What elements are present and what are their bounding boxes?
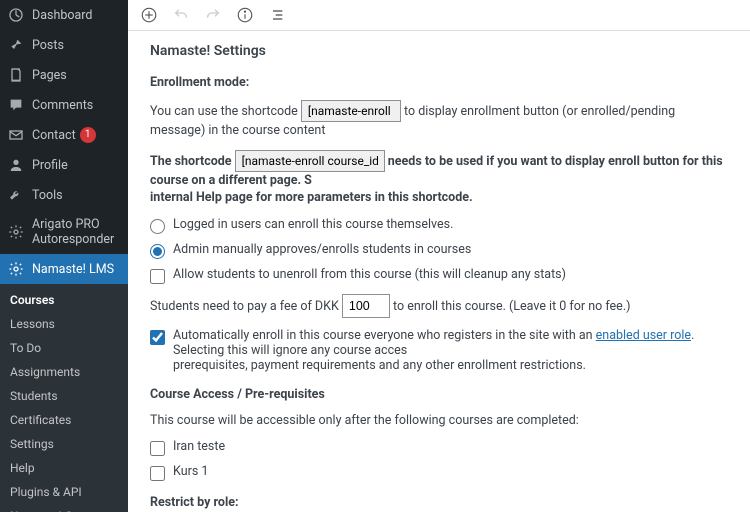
editor-toolbar: [128, 0, 750, 31]
sidebar-item-profile[interactable]: Profile: [0, 150, 128, 180]
pin-icon: [8, 37, 26, 53]
auto-enroll-line2: prerequisites, payment requirements and …: [173, 358, 586, 373]
prereq-1-checkbox[interactable]: [150, 441, 165, 456]
add-block-icon[interactable]: [140, 6, 158, 24]
sidebar-item-tools[interactable]: Tools: [0, 180, 128, 210]
allow-unenroll-checkbox[interactable]: [150, 269, 165, 284]
access-heading: Course Access / Pre-requisites: [150, 387, 728, 402]
main-panel: Namaste! Settings Enrollment mode: You c…: [128, 0, 750, 512]
sidebar-item-label: Arigato PRO Autoresponder: [32, 217, 120, 247]
shortcode2-pre: The shortcode: [150, 154, 232, 169]
submenu-item-plugins-api[interactable]: Plugins & API: [0, 480, 128, 504]
sidebar-item-label: Contact: [32, 128, 76, 143]
mail-icon: [8, 127, 26, 143]
prereq-1[interactable]: Iran teste: [150, 439, 728, 456]
page-title: Namaste! Settings: [150, 43, 728, 59]
enabled-user-role-link[interactable]: enabled user role: [596, 328, 691, 343]
prereq-1-label: Iran teste: [173, 439, 225, 454]
enroll-mode-self[interactable]: Logged in users can enroll this course t…: [150, 217, 728, 234]
comment-icon: [8, 97, 26, 113]
page-icon: [8, 67, 26, 83]
notification-badge: 1: [80, 127, 96, 143]
info-icon[interactable]: [236, 6, 254, 24]
access-text: This course will be accessible only afte…: [150, 412, 728, 430]
sidebar-item-label: Profile: [32, 158, 68, 173]
auto-enroll-checkbox[interactable]: [150, 330, 165, 345]
sidebar-item-label: Namaste! LMS: [32, 262, 114, 277]
enroll-admin-label: Admin manually approves/enrolls students…: [173, 242, 471, 257]
submenu-item-assignments[interactable]: Assignments: [0, 360, 128, 384]
sidebar-item-label: Pages: [32, 68, 67, 83]
submenu-item-certificates[interactable]: Certificates: [0, 408, 128, 432]
auto-enroll[interactable]: Automatically enroll in this course ever…: [150, 328, 728, 373]
gear-icon: [8, 261, 26, 277]
sidebar-item-label: Tools: [32, 188, 63, 203]
submenu-item-help[interactable]: Help: [0, 456, 128, 480]
sidebar-item-label: Dashboard: [32, 8, 92, 23]
submenu-item-courses[interactable]: Courses: [0, 288, 128, 312]
enroll-self-label: Logged in users can enroll this course t…: [173, 217, 453, 232]
user-icon: [8, 157, 26, 173]
submenu-item-settings[interactable]: Settings: [0, 432, 128, 456]
enroll-admin-radio[interactable]: [150, 244, 165, 259]
shortcode2-line2: internal Help page for more parameters i…: [150, 190, 473, 205]
fee-pre: Students need to pay a fee of DKK: [150, 299, 339, 314]
dashboard-icon: [8, 7, 26, 23]
submenu-item-students[interactable]: Students: [0, 384, 128, 408]
prereq-2-checkbox[interactable]: [150, 466, 165, 481]
allow-unenroll[interactable]: Allow students to unenroll from this cou…: [150, 267, 728, 284]
sidebar-item-arigato-pro-autoresponder[interactable]: Arigato PRO Autoresponder: [0, 210, 128, 254]
sidebar-item-label: Posts: [32, 38, 64, 53]
restrict-heading: Restrict by role:: [150, 495, 728, 510]
redo-icon[interactable]: [204, 6, 222, 24]
submenu-item-namaste-connect[interactable]: Namaste! Connect: [0, 504, 128, 512]
outline-icon[interactable]: [268, 6, 286, 24]
allow-unenroll-label: Allow students to unenroll from this cou…: [173, 267, 566, 282]
sidebar-item-namaste-lms[interactable]: Namaste! LMS: [0, 254, 128, 284]
sidebar-item-dashboard[interactable]: Dashboard: [0, 0, 128, 30]
shortcode1-input[interactable]: [301, 100, 401, 122]
gear-icon: [8, 224, 26, 240]
auto-enroll-text: Automatically enroll in this course ever…: [173, 328, 728, 373]
admin-sidebar: Dashboard Posts Pages Comments Contact 1 Profi…: [0, 0, 128, 512]
enrollment-heading: Enrollment mode:: [150, 75, 728, 90]
auto-enroll-pre: Automatically enroll in this course ever…: [173, 328, 596, 343]
prereq-2[interactable]: Kurs 1: [150, 464, 728, 481]
sidebar-item-label: Comments: [32, 98, 93, 113]
fee-input[interactable]: [342, 294, 390, 318]
shortcode1-pre: You can use the shortcode: [150, 104, 298, 119]
sidebar-item-comments[interactable]: Comments: [0, 90, 128, 120]
enroll-mode-admin[interactable]: Admin manually approves/enrolls students…: [150, 242, 728, 259]
prereq-2-label: Kurs 1: [173, 464, 208, 479]
tools-icon: [8, 187, 26, 203]
undo-icon[interactable]: [172, 6, 190, 24]
shortcode2-input[interactable]: [235, 150, 385, 172]
sidebar-item-pages[interactable]: Pages: [0, 60, 128, 90]
fee-post: to enroll this course. (Leave it 0 for n…: [393, 299, 630, 314]
enroll-self-radio[interactable]: [150, 219, 165, 234]
sidebar-item-contact[interactable]: Contact 1: [0, 120, 128, 150]
sidebar-item-posts[interactable]: Posts: [0, 30, 128, 60]
submenu-item-lessons[interactable]: Lessons: [0, 312, 128, 336]
submenu-item-to-do[interactable]: To Do: [0, 336, 128, 360]
